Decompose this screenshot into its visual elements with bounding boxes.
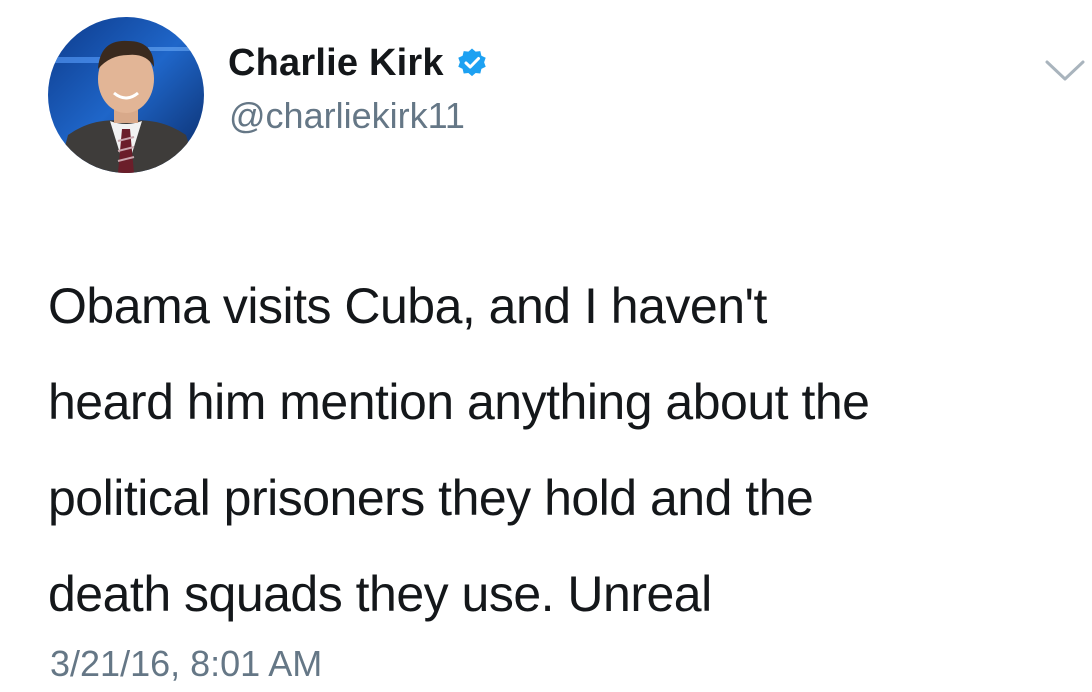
tweet-text-line: heard him mention anything about the: [48, 374, 870, 430]
author-name-row: Charlie Kirk: [228, 40, 488, 86]
display-name[interactable]: Charlie Kirk: [228, 42, 444, 85]
tweet-card: Charlie Kirk @charliekirk11 Obama visits…: [0, 0, 1092, 692]
chevron-down-icon[interactable]: [1044, 58, 1086, 84]
author-handle[interactable]: @charliekirk11: [229, 95, 465, 137]
avatar-image: [48, 17, 204, 173]
tweet-text-line: Obama visits Cuba, and I haven't: [48, 278, 767, 334]
tweet-timestamp[interactable]: 3/21/16, 8:01 AM: [50, 643, 322, 685]
tweet-text-line: death squads they use. Unreal: [48, 566, 712, 622]
tweet-text: Obama visits Cuba, and I haven't heard h…: [48, 258, 1078, 642]
tweet-text-line: political prisoners they hold and the: [48, 470, 814, 526]
verified-badge-icon: [456, 47, 488, 79]
avatar[interactable]: [48, 17, 204, 173]
